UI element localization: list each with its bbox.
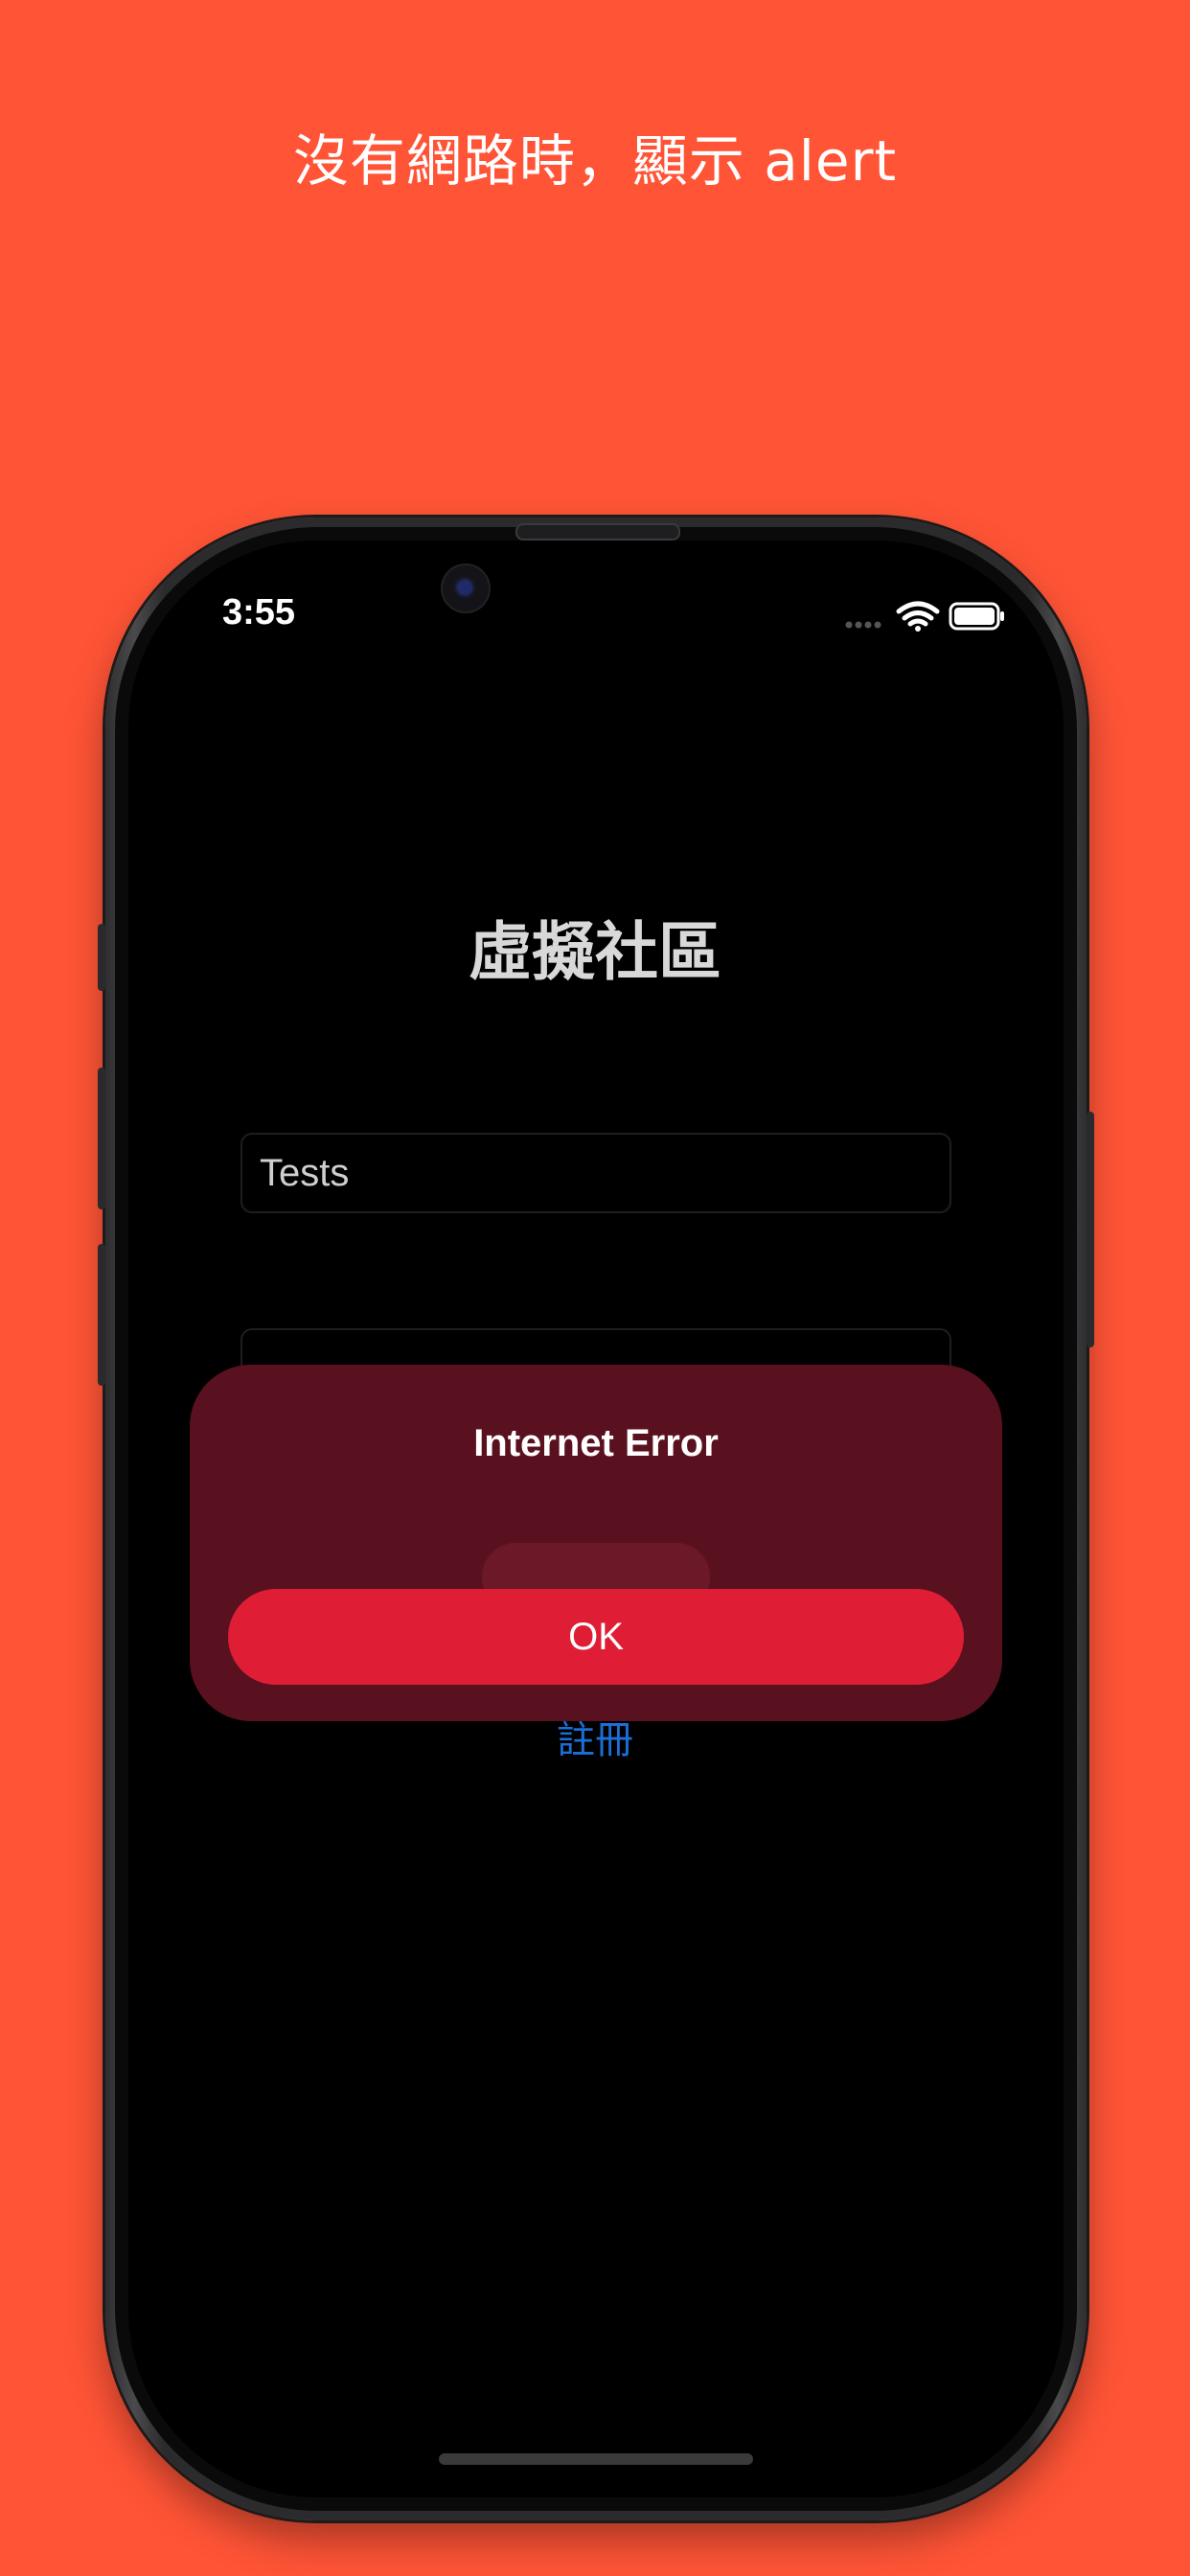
camera-lens (458, 581, 471, 594)
power-button (1087, 1112, 1094, 1347)
home-indicator[interactable] (439, 2453, 753, 2465)
promo-headline: 沒有網路時，顯示 alert (292, 128, 898, 194)
status-icons-svg (845, 601, 1004, 632)
front-camera-icon (441, 564, 491, 613)
signal-dots-icon (845, 621, 881, 629)
app-title: 虛擬社區 (469, 915, 721, 989)
battery-icon (949, 602, 1004, 631)
volume-down-button (98, 1244, 105, 1386)
wifi-icon (896, 601, 940, 632)
status-time: 3:55 (222, 592, 296, 632)
alert-dialog: Internet Error OK (190, 1365, 1002, 1721)
status-icons (843, 598, 1006, 636)
username-field[interactable]: Tests (240, 1133, 951, 1213)
ok-button[interactable]: OK (228, 1589, 964, 1685)
speaker-grille (515, 523, 680, 540)
alert-title: Internet Error (473, 1422, 719, 1464)
volume-up-button (98, 1068, 105, 1209)
